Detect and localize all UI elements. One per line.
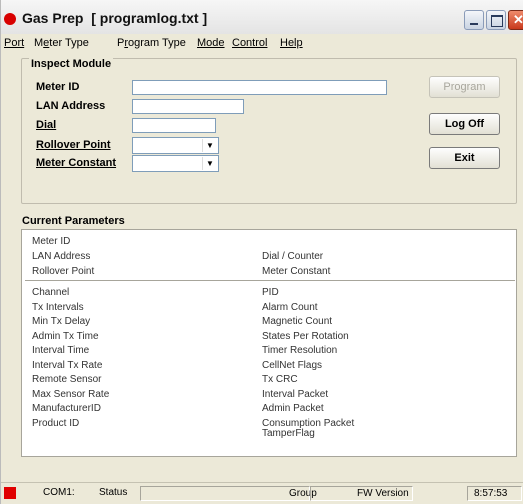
meter-constant-label-text: Meter Constant — [36, 157, 117, 169]
menu-port-label: Port — [4, 37, 25, 49]
title-bar[interactable]: Gas Prep [ programlog.txt ] — [1, 0, 523, 34]
dial-field[interactable] — [132, 118, 216, 133]
program-button[interactable]: Program — [429, 76, 500, 98]
minimize-button[interactable] — [464, 10, 484, 30]
rollover-point-label-text: Rollover Point — [36, 139, 111, 151]
menu-program-type[interactable]: Program Type — [117, 37, 186, 49]
main-window: Gas Prep [ programlog.txt ] Port Meter T… — [0, 0, 523, 504]
parameter-label: Channel — [32, 287, 70, 298]
rollover-point-select[interactable]: ▼ — [132, 137, 219, 154]
menu-meter-type[interactable]: Meter Type — [34, 37, 89, 49]
status-time: 8:57:53 — [474, 488, 508, 499]
parameter-label: Interval Tx Rate — [32, 359, 103, 371]
maximize-button[interactable] — [486, 10, 506, 30]
app-icon — [4, 13, 16, 25]
lan-address-field[interactable] — [132, 99, 244, 114]
menu-mode-label: Mode — [197, 37, 225, 49]
parameter-label: Interval Packet — [262, 388, 329, 400]
status-fw-version: FW Version — [357, 488, 409, 499]
parameter-label: Consumption Packet — [262, 417, 355, 429]
parameter-label: Tx CRC — [262, 374, 298, 385]
rollover-point-label: Rollover Point — [36, 139, 111, 151]
menu-control-label: Control — [232, 37, 268, 49]
parameter-label: States Per Rotation — [262, 330, 349, 342]
parameter-label: Interval Time — [32, 345, 90, 356]
menu-port[interactable]: Port — [4, 37, 24, 49]
status-text: Status — [99, 487, 128, 498]
parameter-label: LAN Address — [32, 251, 91, 262]
status-group-panel: Group — [140, 486, 317, 501]
parameter-label: Rollover Point — [32, 266, 95, 277]
parameter-label: PID — [262, 287, 279, 298]
parameter-label: Max Sensor Rate — [32, 388, 110, 400]
status-port: COM1: — [43, 487, 75, 498]
menu-bar: Port Meter Type Program Type Mode Contro… — [1, 34, 523, 54]
menu-meter-type-rest: ter Type — [49, 37, 89, 49]
log-off-button[interactable]: Log Off — [429, 113, 500, 135]
parameter-label: Meter ID — [32, 236, 71, 247]
connection-status-icon — [4, 487, 16, 499]
parameter-label: Admin Tx Time — [32, 330, 99, 342]
chevron-down-icon[interactable]: ▼ — [202, 157, 217, 170]
menu-program-type-rest: ogram Type — [128, 37, 186, 49]
status-time-panel: 8:57:53 — [467, 486, 522, 501]
meter-constant-label: Meter Constant — [36, 157, 116, 169]
inspect-module-title: Inspect Module — [29, 58, 114, 70]
parameter-label: Admin Packet — [262, 403, 324, 414]
parameter-label: Magnetic Count — [262, 316, 333, 327]
dial-label: Dial — [36, 119, 56, 131]
dial-label-text: Dial — [36, 119, 57, 131]
chevron-down-icon[interactable]: ▼ — [202, 139, 217, 152]
menu-meter-type-prefix: M — [34, 37, 44, 49]
parameter-label: Product ID — [32, 417, 80, 429]
parameter-label: Timer Resolution — [262, 345, 338, 356]
close-button[interactable] — [508, 10, 523, 30]
parameter-label: TamperFlag — [262, 428, 315, 439]
parameter-label: Tx Intervals — [32, 301, 84, 313]
meter-id-field[interactable] — [132, 80, 387, 95]
lan-address-label: LAN Address — [36, 100, 106, 112]
parameters-divider — [25, 280, 515, 281]
menu-help-label: Help — [280, 37, 303, 49]
parameter-label: Dial / Counter — [262, 251, 324, 262]
parameter-label: ManufacturerID — [32, 403, 101, 414]
parameter-label: Meter Constant — [262, 266, 331, 277]
current-parameters-title: Current Parameters — [22, 215, 125, 227]
parameter-label: Alarm Count — [262, 301, 318, 313]
exit-button[interactable]: Exit — [429, 147, 500, 169]
menu-mode[interactable]: Mode — [197, 37, 225, 49]
status-fw-panel: FW Version — [310, 486, 413, 501]
meter-id-label: Meter ID — [36, 81, 80, 93]
parameter-label: CellNet Flags — [262, 359, 323, 371]
parameter-label: Min Tx Delay — [32, 316, 91, 327]
parameter-label: Remote Sensor — [32, 374, 102, 385]
menu-control[interactable]: Control — [232, 37, 267, 49]
window-title: Gas Prep [ programlog.txt ] — [22, 10, 208, 26]
menu-help[interactable]: Help — [280, 37, 303, 49]
meter-constant-select[interactable]: ▼ — [132, 155, 219, 172]
